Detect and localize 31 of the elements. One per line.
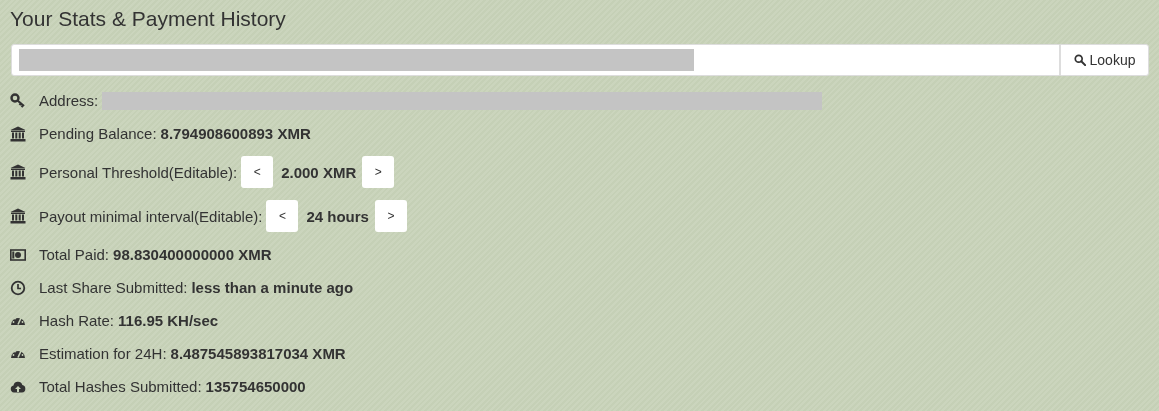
stat-value: 2.000 XMR: [281, 163, 357, 181]
stat-label: Address:: [39, 92, 99, 109]
key-icon: [10, 92, 26, 109]
bank-icon: [10, 208, 26, 224]
stat-label: Personal Threshold(Editable):: [39, 163, 238, 181]
search-field[interactable]: [11, 44, 1060, 76]
stat-label: Pending Balance:: [39, 125, 157, 142]
stat-label: Estimation for 24H:: [39, 345, 167, 362]
stat-label: Payout minimal interval(Editable):: [39, 207, 263, 225]
clock-icon: [10, 279, 26, 296]
search-icon: [1073, 54, 1086, 66]
page-title: Your Stats & Payment History: [10, 6, 287, 32]
stat-label: Total Hashes Submitted:: [39, 378, 202, 395]
decrease-button[interactable]: <: [241, 156, 274, 188]
stat-value: 8.794908600893 XMR: [160, 125, 311, 142]
stat-label: Total Paid:: [39, 246, 110, 263]
stat-value: 98.830400000000 XMR: [113, 246, 272, 263]
decrease-button[interactable]: <: [266, 200, 299, 232]
stat-value: 135754650000: [205, 378, 306, 395]
banknote-icon: [10, 246, 26, 263]
lookup-button[interactable]: Lookup: [1060, 44, 1149, 76]
stat-value: less than a minute ago: [191, 279, 354, 296]
bank-icon: [10, 164, 26, 180]
bank-icon: [10, 125, 26, 142]
stat-value: 116.95 KH/sec: [118, 312, 219, 329]
stat-value: 8.487545893817034 XMR: [170, 345, 346, 362]
increase-button[interactable]: >: [362, 156, 395, 188]
increase-button[interactable]: >: [374, 200, 407, 232]
stat-label: Last Share Submitted:: [39, 279, 188, 296]
stat-value: 24 hours: [306, 207, 369, 225]
stat-label: Hash Rate:: [39, 312, 115, 329]
